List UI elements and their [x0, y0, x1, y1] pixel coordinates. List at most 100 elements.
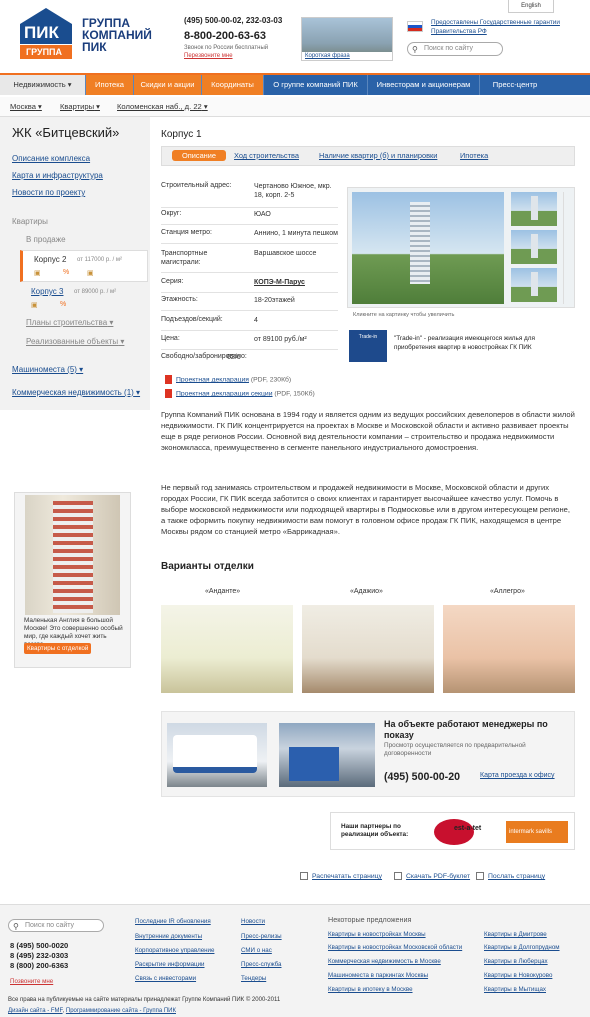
link-map[interactable]: Карта и инфраструктура — [12, 171, 103, 180]
search-placeholder: Поиск по сайту — [424, 45, 474, 52]
gallery-scrollbar[interactable] — [563, 192, 571, 304]
gov-guarantee-link[interactable]: Предоставлены Государственные гарантии П… — [431, 18, 581, 36]
corp2-item[interactable]: Корпус 2 от 117000 р. / м² ▣ % ▣ — [20, 250, 148, 282]
tab-description[interactable]: Описание — [172, 150, 227, 161]
percent-icon[interactable]: % — [60, 301, 66, 308]
ad-building-image — [25, 495, 120, 615]
partners-title: Наши партнеры по реализации объекта: — [341, 823, 409, 838]
breadcrumb-address[interactable]: Коломенская наб., д. 22 ▾ — [117, 102, 208, 111]
variant-caption: «Адажио» — [350, 588, 383, 595]
footer-link[interactable]: Тендеры — [241, 975, 266, 982]
tab-availability[interactable]: Наличие квартир (б) и планировки — [319, 151, 437, 160]
footer-link[interactable]: Корпоративное управление — [135, 947, 214, 954]
on-sale-label: В продаже — [26, 235, 66, 244]
offer-link[interactable]: Квартиры в ипотеку в Москве — [328, 986, 413, 993]
tab-mortgage[interactable]: Ипотека — [460, 151, 488, 160]
offers-title: Некоторые предложения — [328, 915, 412, 924]
promo-text[interactable]: Короткая фраза — [302, 52, 392, 60]
link-plans[interactable]: Планы строительства ▾ — [26, 318, 113, 327]
doc-declaration[interactable]: Проектная декларация (PDF, 230Кб) — [165, 375, 291, 384]
tab-progress[interactable]: Ход строительства — [234, 151, 299, 160]
search-icon: ⚲ — [412, 45, 418, 54]
promo-banner[interactable]: Короткая фраза — [301, 17, 393, 61]
photo-gallery — [347, 187, 575, 308]
plan-icon[interactable]: ▣ — [31, 301, 38, 309]
page-title: Корпус 1 — [161, 129, 202, 140]
building-photo[interactable] — [352, 192, 504, 304]
photo-thumbnail[interactable] — [511, 268, 557, 302]
breadcrumb-apartments[interactable]: Квартиры ▾ — [60, 102, 100, 111]
estatet-logo[interactable] — [434, 819, 474, 845]
ad-banner[interactable]: Маленькая Англия в большой Москве! Это с… — [14, 492, 131, 668]
percent-icon[interactable]: % — [63, 269, 69, 276]
offer-link[interactable]: Квартиры в Долгопрудном — [484, 944, 560, 951]
breadcrumb: Москва ▾ Квартиры ▾ Коломенская наб., д.… — [0, 97, 590, 117]
pdf-icon — [394, 872, 402, 880]
photo-thumbnail[interactable] — [511, 192, 557, 226]
footer-link[interactable]: Раскрытие информации — [135, 961, 205, 968]
print-link[interactable]: Распечатать страницу — [300, 872, 382, 880]
nav-about[interactable]: О группе компаний ПИК — [264, 75, 368, 95]
nav-discounts[interactable]: Скидки и акции — [134, 75, 202, 95]
offer-link[interactable]: Квартиры в Мытищах — [484, 986, 546, 993]
footer-search-input[interactable]: ⚲ Поиск по сайту — [8, 919, 104, 932]
nav-realty[interactable]: Недвижимость ▾ — [0, 75, 86, 95]
variant-andante-image[interactable] — [161, 605, 293, 693]
trade-in-banner[interactable]: Trade-in "Trade-in" - реализация имеющег… — [349, 330, 575, 364]
variant-allegro-image[interactable] — [443, 605, 575, 693]
trade-in-text[interactable]: "Trade-in" - реализация имеющегося жилья… — [394, 334, 574, 352]
corp3-label[interactable]: Корпус 3 — [31, 287, 63, 296]
office-map-link[interactable]: Карта проезда к офису — [480, 772, 555, 779]
nav-press[interactable]: Пресс-центр — [480, 75, 550, 95]
offer-link[interactable]: Коммерческая недвижимость в Москве — [328, 958, 441, 965]
footer-link[interactable]: Связь с инвесторами — [135, 975, 196, 982]
photo-thumbnail[interactable] — [511, 230, 557, 264]
send-page-link[interactable]: Послать страницу — [476, 872, 545, 880]
corp3-item[interactable]: Корпус 3 от 89000 р. / м² ▣ % — [20, 283, 148, 315]
footer-link[interactable]: Новости — [241, 918, 265, 925]
prop-row: Транспортные магистрали: Варшавское шоссе — [161, 249, 338, 273]
english-link[interactable]: English — [508, 0, 554, 13]
variant-caption: «Анданте» — [205, 588, 241, 595]
variant-adagio-image[interactable] — [302, 605, 434, 693]
link-commercial[interactable]: Коммерческая недвижимость (1) ▾ — [12, 388, 140, 397]
nav-contacts[interactable]: Координаты — [202, 75, 264, 95]
offer-link[interactable]: Квартиры в новостройках Москвы — [328, 931, 426, 938]
pdf-icon — [165, 389, 172, 398]
offer-link[interactable]: Квартиры в Дмитрове — [484, 931, 547, 938]
nav-mortgage[interactable]: Ипотека — [86, 75, 134, 95]
offer-link[interactable]: Машиноместа в паркингах Москвы — [328, 972, 428, 979]
callback-link[interactable]: Перезвоните мне — [184, 53, 294, 59]
variants-title: Варианты отделки — [161, 561, 254, 572]
doc-section-declaration[interactable]: Проектная декларация секции (PDF, 150Кб) — [165, 389, 315, 398]
nav-investors[interactable]: Инвесторам и акционерам — [368, 75, 480, 95]
pik-logo[interactable]: ПИК ГРУППА — [18, 6, 74, 60]
offer-link[interactable]: Квартиры в Новокурово — [484, 972, 552, 979]
design-credit-link[interactable]: Дизайн сайта - FMF — [8, 1008, 63, 1014]
link-news[interactable]: Новости по проекту — [12, 188, 85, 197]
breadcrumb-city[interactable]: Москва ▾ — [10, 102, 42, 111]
complex-title: ЖК «Битцевский» — [12, 125, 120, 140]
offer-link[interactable]: Квартиры в новостройках Московской облас… — [328, 944, 462, 951]
offer-link[interactable]: Квартиры в Люберцах — [484, 958, 548, 965]
ad-button[interactable]: Квартиры с отделкой — [24, 643, 92, 654]
link-description[interactable]: Описание комплекса — [12, 154, 90, 163]
footer-link[interactable]: Последние IR обновления — [135, 918, 211, 925]
footer-callback-link[interactable]: Позвоните мне — [10, 978, 53, 985]
link-parking[interactable]: Машиноместа (5) ▾ — [12, 365, 83, 374]
footer-link[interactable]: Внутренние документы — [135, 933, 202, 940]
programming-credit-link[interactable]: Программирование сайта - Группа ПИК — [66, 1008, 176, 1014]
footer-link[interactable]: СМИ о нас — [241, 947, 272, 954]
print-icon — [300, 872, 308, 880]
pdf-booklet-link[interactable]: Скачать PDF-буклет — [394, 872, 470, 880]
footer-link[interactable]: Пресс-релизы — [241, 933, 282, 940]
search-input[interactable]: ⚲ Поиск по сайту — [407, 42, 503, 56]
plan-icon[interactable]: ▣ — [87, 269, 94, 277]
trade-in-logo: Trade-in — [349, 330, 387, 362]
footer-phone: 8 (800) 200-6363 — [10, 961, 69, 970]
footer-link[interactable]: Пресс-служба — [241, 961, 282, 968]
link-completed[interactable]: Реализованные объекты ▾ — [26, 337, 124, 346]
estatet-label: est-a-tet — [454, 825, 482, 832]
partners-box: Наши партнеры по реализации объекта: est… — [330, 812, 575, 850]
plan-icon[interactable]: ▣ — [34, 269, 41, 277]
